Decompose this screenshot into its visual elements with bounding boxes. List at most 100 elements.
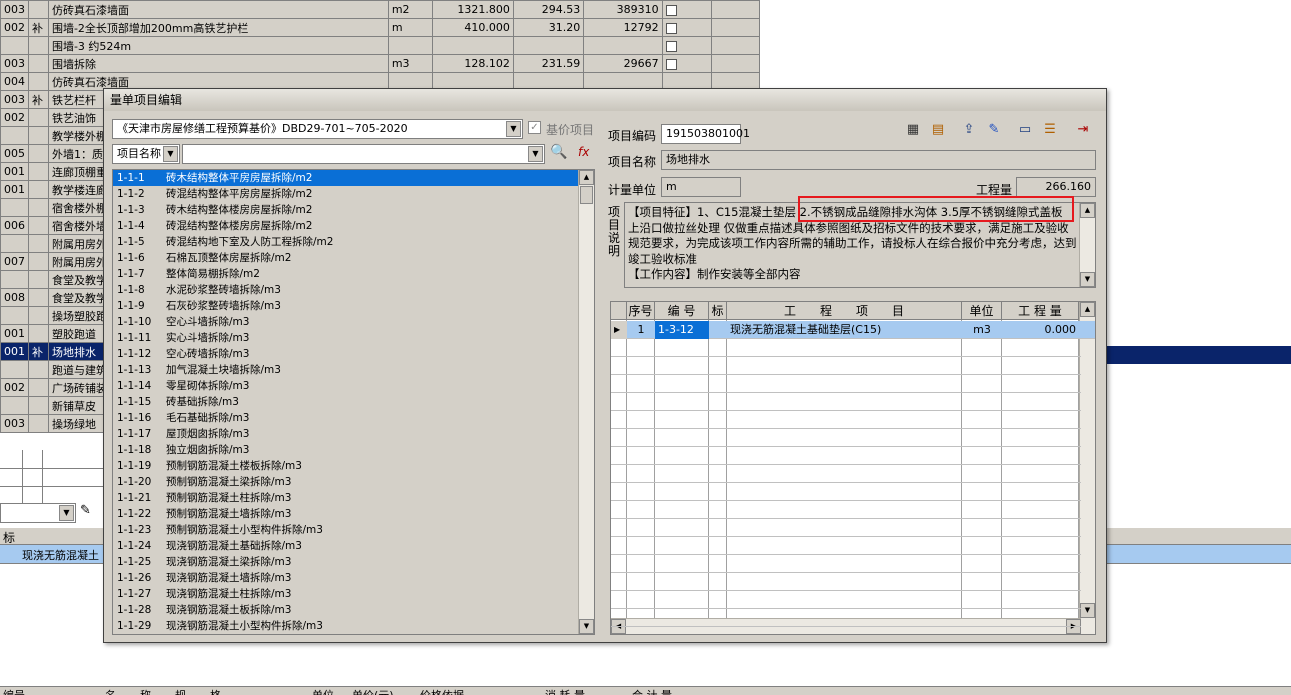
quota-list-item[interactable]: 1-1-14 零星砌体拆除/m3 <box>113 378 594 394</box>
grid-header-cell[interactable]: 序号 <box>627 302 655 320</box>
quota-list-item[interactable]: 1-1-5 砖混结构地下室及人防工程拆除/m2 <box>113 234 594 250</box>
search-input[interactable]: ▼ <box>182 144 545 164</box>
quota-list-item[interactable]: 1-1-12 空心砖墙拆除/m3 <box>113 346 594 362</box>
row-unit: m3 <box>387 54 434 73</box>
row-checkbox[interactable] <box>665 58 677 70</box>
quota-list-item[interactable]: 1-1-1 砖木结构整体平房房屋拆除/m2 <box>113 170 594 186</box>
grid-header-cell[interactable]: 编 号 <box>655 302 709 320</box>
quota-list-item[interactable]: 1-1-28 现浇钢筋混凝土板拆除/m3 <box>113 602 594 618</box>
bill-row[interactable]: 003 仿砖真石漆墙面 m2 1321.800 294.53 389310 <box>0 0 761 19</box>
grid-header-cell[interactable]: 工 程 量 <box>1002 302 1079 320</box>
quota-list-item[interactable]: 1-1-11 实心斗墙拆除/m3 <box>113 330 594 346</box>
window-icon[interactable]: ▭ <box>1016 121 1034 139</box>
scroll-up-icon[interactable]: ▲ <box>579 170 594 185</box>
grid-cell-qty[interactable]: 0.000 <box>1002 321 1079 339</box>
grid-row[interactable]: ▶ 1 1-3-12 现浇无筋混凝土基础垫层(C15) m3 0.000 <box>611 321 1095 339</box>
description-scrollbar[interactable]: ▲ ▼ <box>1079 203 1095 287</box>
quantity-field[interactable]: 266.160 <box>1016 177 1096 197</box>
scroll-down-icon[interactable]: ▼ <box>1080 603 1095 618</box>
grid-empty-row <box>611 429 1081 447</box>
row-checkbox[interactable] <box>665 40 677 52</box>
quota-list-item[interactable]: 1-1-21 预制钢筋混凝土柱拆除/m3 <box>113 490 594 506</box>
quota-list-item[interactable]: 1-1-29 现浇钢筋混凝土小型构件拆除/m3 <box>113 618 594 634</box>
quota-list-item[interactable]: 1-1-20 预制钢筋混凝土梁拆除/m3 <box>113 474 594 490</box>
description-work-text: 【工作内容】制作安装等全部内容 <box>628 267 801 281</box>
lower-combo[interactable]: ▼ <box>0 503 76 523</box>
scroll-up-icon[interactable]: ▲ <box>1080 203 1095 218</box>
quota-list-item[interactable]: 1-1-17 屋顶烟囱拆除/m3 <box>113 426 594 442</box>
quota-list-item[interactable]: 1-1-2 砖混结构整体平房房屋拆除/m2 <box>113 186 594 202</box>
row-extra-cell <box>710 18 761 37</box>
bill-row[interactable]: 围墙-3 约524m <box>0 36 761 55</box>
quota-list-item[interactable]: 1-1-27 现浇钢筋混凝土柱拆除/m3 <box>113 586 594 602</box>
list-icon[interactable]: ☰ <box>1041 121 1059 139</box>
scroll-down-icon[interactable]: ▼ <box>1080 272 1095 287</box>
row-price <box>512 36 585 55</box>
quota-selector-value: 《天津市房屋修缮工程预算基价》DBD29-701~705-2020 <box>117 122 408 135</box>
row-code <box>0 360 29 379</box>
unit-field[interactable]: m <box>661 177 741 197</box>
grid-cell-unit[interactable]: m3 <box>962 321 1002 339</box>
grid-empty-row <box>611 609 1081 627</box>
grid-empty-row <box>611 411 1081 429</box>
base-price-checkbox[interactable]: ✓ <box>528 121 541 134</box>
bill-row[interactable]: 003 围墙拆除 m3 128.102 231.59 29667 <box>0 54 761 73</box>
quota-list-item[interactable]: 1-1-13 加气混凝土块墙拆除/m3 <box>113 362 594 378</box>
quota-list-item[interactable]: 1-1-3 砖木结构整体楼房房屋拆除/m2 <box>113 202 594 218</box>
row-indicator-icon: ▶ <box>611 321 627 339</box>
item-name-field[interactable]: 场地排水 <box>661 150 1096 170</box>
search-field-selector[interactable]: 项目名称 ▼ <box>112 144 180 164</box>
export-icon[interactable]: ⇪ <box>960 121 978 139</box>
quota-list-item[interactable]: 1-1-10 空心斗墙拆除/m3 <box>113 314 594 330</box>
chevron-down-icon[interactable]: ▼ <box>163 146 178 162</box>
calculator-icon[interactable]: ▦ <box>904 121 922 139</box>
base-price-label: 基价项目 <box>546 123 595 137</box>
item-code-field[interactable]: 191503801001 <box>661 124 750 144</box>
row-check-cell <box>661 36 712 55</box>
quota-selector[interactable]: 《天津市房屋修缮工程预算基价》DBD29-701~705-2020 ▼ <box>112 119 523 139</box>
grid-scrollbar[interactable]: ▲ ▼ <box>1079 302 1095 634</box>
scroll-thumb[interactable] <box>580 186 593 204</box>
grid-header-cell[interactable]: 单位 <box>962 302 1002 320</box>
quota-list-item[interactable]: 1-1-24 现浇钢筋混凝土基础拆除/m3 <box>113 538 594 554</box>
quota-list-item[interactable]: 1-1-16 毛石基础拆除/m3 <box>113 410 594 426</box>
quota-list-item[interactable]: 1-1-9 石灰砂浆整砖墙拆除/m3 <box>113 298 594 314</box>
grid-cell-flag[interactable] <box>709 321 727 339</box>
row-code: 002 <box>0 108 29 127</box>
grid-header-cell[interactable]: 标 <box>709 302 727 320</box>
edit-pen-icon[interactable]: ✎ <box>985 121 1003 139</box>
quota-list-item[interactable]: 1-1-19 预制钢筋混凝土楼板拆除/m3 <box>113 458 594 474</box>
scroll-up-icon[interactable]: ▲ <box>1080 302 1095 317</box>
lower-edit-icon[interactable]: ✎ <box>80 503 91 518</box>
quota-list-item[interactable]: 1-1-6 石棉瓦顶整体房屋拆除/m2 <box>113 250 594 266</box>
grid-header-cell[interactable]: 工 程 项 目 <box>727 302 962 320</box>
quota-list-item[interactable]: 1-1-4 砖混结构整体楼房房屋拆除/m2 <box>113 218 594 234</box>
quota-list-item[interactable]: 1-1-25 现浇钢筋混凝土梁拆除/m3 <box>113 554 594 570</box>
quota-list-item[interactable]: 1-1-18 独立烟囱拆除/m3 <box>113 442 594 458</box>
binoculars-search-icon[interactable]: 🔍 <box>550 144 567 160</box>
row-check-cell <box>661 0 712 19</box>
row-checkbox[interactable] <box>665 4 677 16</box>
quota-list-item[interactable]: 1-1-26 现浇钢筋混凝土墙拆除/m3 <box>113 570 594 586</box>
exit-icon[interactable]: ⇥ <box>1074 121 1092 139</box>
quota-list-item[interactable]: 1-1-15 砖基础拆除/m3 <box>113 394 594 410</box>
chevron-down-icon[interactable]: ▼ <box>528 146 543 162</box>
quota-list-item[interactable]: 1-1-23 预制钢筋混凝土小型构件拆除/m3 <box>113 522 594 538</box>
table-icon[interactable]: ▤ <box>929 121 947 139</box>
footer-header: 合 计 量 <box>632 687 672 695</box>
row-supplement-flag <box>28 126 49 145</box>
bill-row[interactable]: 002 补围墙-2全长顶部增加200mm高铁艺护栏 m 410.000 31.20 127… <box>0 18 761 37</box>
quota-list-item[interactable]: 1-1-22 预制钢筋混凝土墙拆除/m3 <box>113 506 594 522</box>
scroll-down-icon[interactable]: ▼ <box>579 619 594 634</box>
quota-name: 整体简易棚拆除/m2 <box>166 268 260 280</box>
grid-header-cell[interactable] <box>611 302 627 320</box>
quota-list-item[interactable]: 1-1-7 整体简易棚拆除/m2 <box>113 266 594 282</box>
grid-cell-seq[interactable]: 1 <box>627 321 655 339</box>
quota-list-item[interactable]: 1-1-8 水泥砂浆整砖墙拆除/m3 <box>113 282 594 298</box>
function-fx-icon[interactable]: fx <box>578 145 589 159</box>
grid-cell-code[interactable]: 1-3-12 <box>655 321 709 339</box>
list-scrollbar[interactable]: ▲ ▼ <box>578 170 594 634</box>
grid-cell-name[interactable]: 现浇无筋混凝土基础垫层(C15) <box>727 321 962 339</box>
chevron-down-icon[interactable]: ▼ <box>506 121 521 137</box>
row-checkbox[interactable] <box>665 22 677 34</box>
